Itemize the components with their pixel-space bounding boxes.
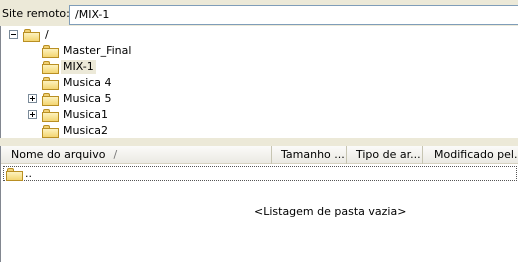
column-modified[interactable]: Modificado pel...: [422, 146, 518, 164]
folder-icon: [42, 108, 60, 122]
parent-directory-row[interactable]: ..: [3, 166, 517, 181]
folder-open-icon: [23, 28, 41, 42]
tree-item[interactable]: Musica1: [1, 107, 201, 123]
collapse-icon[interactable]: [9, 30, 18, 39]
remote-path-input[interactable]: /MIX-1: [69, 5, 518, 25]
tree-item-label: Musica 4: [63, 76, 112, 89]
expand-icon[interactable]: [28, 110, 37, 119]
column-size[interactable]: Tamanho ...: [271, 146, 346, 164]
tree-item-label: Master_Final: [63, 44, 132, 57]
tree-item[interactable]: Musica 4: [1, 75, 201, 91]
tree-item-label: Musica2: [63, 124, 109, 137]
tree-item[interactable]: MIX-1: [1, 59, 201, 75]
remote-site-label: Site remoto:: [2, 7, 70, 20]
column-filename[interactable]: Nome do arquivo /: [1, 146, 271, 164]
folder-icon: [42, 92, 60, 106]
tree-item[interactable]: Musica2: [1, 123, 201, 138]
tree-item-label: Musica 5: [63, 92, 112, 105]
folder-icon: [42, 76, 60, 90]
folder-icon: [42, 60, 60, 74]
tree-root-label: /: [45, 28, 49, 41]
column-header: Nome do arquivo / Tamanho ... Tipo de ar.…: [1, 146, 518, 164]
tree-item-label: Musica1: [63, 108, 109, 121]
remote-file-list[interactable]: Nome do arquivo / Tamanho ... Tipo de ar.…: [0, 146, 518, 262]
remote-site-bar: Site remoto: /MIX-1: [0, 0, 518, 26]
remote-directory-tree[interactable]: / Master_Final MIX-1 Musica 4 Musica 5 Music…: [0, 26, 518, 138]
column-filename-label: Nome do arquivo: [11, 148, 106, 161]
parent-directory-label: ..: [25, 167, 32, 180]
column-type[interactable]: Tipo de ar...: [346, 146, 422, 164]
expand-icon[interactable]: [28, 94, 37, 103]
folder-icon: [42, 44, 60, 58]
sort-indicator: /: [113, 148, 118, 161]
folder-icon: [42, 124, 60, 138]
folder-icon: [6, 167, 24, 181]
empty-folder-message: <Listagem de pasta vazia>: [254, 205, 407, 218]
tree-root[interactable]: /: [1, 27, 201, 43]
tree-item[interactable]: Master_Final: [1, 43, 201, 59]
tree-item[interactable]: Musica 5: [1, 91, 201, 107]
tree-item-label: MIX-1: [61, 60, 96, 74]
pane-splitter[interactable]: [0, 138, 518, 146]
